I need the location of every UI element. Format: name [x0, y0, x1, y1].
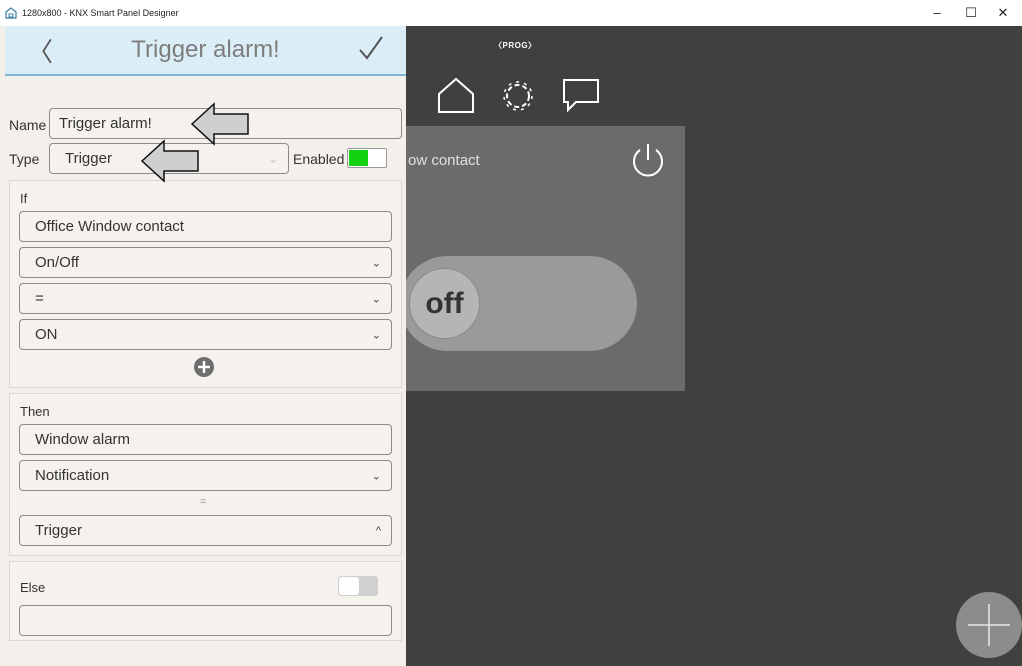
enabled-toggle-fill: [349, 150, 368, 166]
then-operator: =: [200, 496, 207, 508]
chevron-down-icon: ⌄: [268, 153, 278, 165]
chevron-down-icon: ⌄: [371, 329, 381, 341]
maximize-button[interactable]: ☐: [962, 4, 980, 22]
chevron-down-icon: ⌄: [371, 257, 381, 269]
add-fab-button[interactable]: [956, 592, 1022, 658]
gear-icon[interactable]: [500, 78, 536, 114]
chevron-down-icon: ⌄: [371, 470, 381, 482]
then-label: Then: [20, 404, 50, 419]
annotation-arrow-icon: [140, 139, 200, 188]
on-off-toggle[interactable]: off: [400, 256, 637, 351]
window-title: 1280x800 - KNX Smart Panel Designer: [22, 8, 179, 18]
then-object-field[interactable]: Window alarm: [19, 424, 392, 455]
else-toggle-knob: [339, 577, 359, 595]
add-condition-plus-icon[interactable]: [194, 357, 214, 382]
if-property-select[interactable]: On/Off ⌄: [19, 247, 392, 278]
else-label: Else: [20, 580, 46, 595]
if-operator-value: =: [35, 290, 44, 307]
name-label: Name: [9, 117, 47, 133]
confirm-check-icon[interactable]: [357, 34, 385, 67]
toggle-knob: off: [409, 268, 480, 339]
type-select-value: Trigger: [65, 150, 112, 167]
then-value-select[interactable]: Trigger ^: [19, 515, 392, 546]
prog-label[interactable]: 〈PROG〉: [494, 40, 537, 51]
switch-tile[interactable]: ow contact off: [400, 126, 685, 391]
chat-icon[interactable]: [562, 78, 600, 112]
then-value-value: Trigger: [35, 522, 82, 539]
enabled-toggle[interactable]: [347, 148, 387, 168]
chevron-up-icon: ^: [375, 524, 381, 537]
then-property-select[interactable]: Notification ⌄: [19, 460, 392, 491]
enabled-label: Enabled: [293, 151, 345, 167]
if-object-field[interactable]: Office Window contact: [19, 211, 392, 242]
if-value-value: ON: [35, 326, 58, 343]
type-label: Type: [9, 151, 40, 167]
close-button[interactable]: ✕: [994, 4, 1012, 22]
minimize-button[interactable]: –: [928, 4, 946, 22]
chevron-down-icon: ⌄: [371, 293, 381, 305]
panel-title: Trigger alarm!: [131, 36, 280, 63]
app-icon: [4, 6, 18, 20]
power-icon[interactable]: [628, 140, 668, 185]
if-operator-select[interactable]: = ⌄: [19, 283, 392, 314]
then-property-value: Notification: [35, 467, 110, 484]
if-value-select[interactable]: ON ⌄: [19, 319, 392, 350]
panel-header: 〈 Trigger alarm!: [5, 26, 406, 76]
if-property-value: On/Off: [35, 254, 79, 271]
else-toggle[interactable]: [338, 576, 378, 596]
if-label: If: [20, 191, 28, 206]
window-titlebar: 1280x800 - KNX Smart Panel Designer: [0, 0, 1022, 26]
home-icon[interactable]: [437, 76, 475, 114]
else-object-field[interactable]: [19, 605, 392, 636]
tile-title: ow contact: [408, 152, 480, 169]
